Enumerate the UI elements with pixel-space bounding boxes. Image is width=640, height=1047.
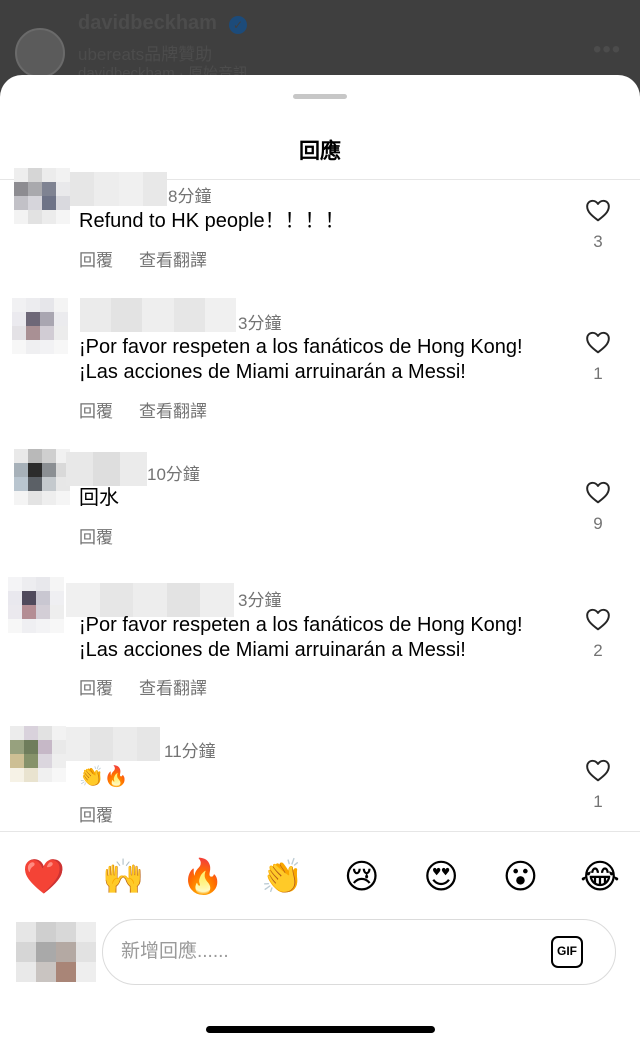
reply-button[interactable]: 回覆 (79, 674, 113, 699)
commenter-username-blurred[interactable] (66, 452, 147, 486)
composer-divider (0, 831, 640, 832)
like-control: 1 (583, 330, 613, 384)
reply-button[interactable]: 回覆 (79, 397, 113, 422)
raising-hands-emoji-button[interactable]: 🙌 (101, 855, 145, 899)
heart-icon[interactable] (583, 607, 613, 631)
heart-icon[interactable] (583, 330, 613, 354)
comment-text: 回水 (79, 487, 119, 509)
comment-text: Refund to HK people！！！！ (79, 210, 345, 232)
commenter-avatar[interactable] (14, 449, 70, 505)
heart-icon[interactable] (583, 480, 613, 504)
comment-actions: 回覆 查看翻譯 (79, 674, 207, 699)
like-count: 3 (593, 232, 603, 251)
like-count: 1 (593, 364, 603, 383)
verified-badge-icon: ✓ (229, 16, 247, 34)
comment-timestamp: 8分鐘 (168, 187, 212, 206)
see-translation-button[interactable]: 查看翻譯 (139, 397, 207, 422)
reply-button[interactable]: 回覆 (79, 246, 113, 271)
comments-sheet: 回應 8分鐘 Refund to HK people！！！！ 回覆 查看翻譯 3 (0, 75, 640, 1047)
commenter-avatar[interactable] (12, 298, 68, 354)
post-author-username: davidbeckham (78, 12, 217, 34)
commenter-avatar[interactable] (14, 168, 70, 224)
heart-icon[interactable] (583, 198, 613, 222)
reply-button[interactable]: 回覆 (79, 523, 113, 548)
commenter-username-blurred[interactable] (66, 583, 234, 617)
comment-timestamp: 10分鐘 (147, 465, 200, 484)
like-control: 9 (583, 480, 613, 534)
comment-actions: 回覆 (79, 523, 113, 548)
commenter-username-blurred[interactable] (80, 298, 237, 332)
emoji-reaction-bar: ❤️ 🙌 🔥 👏 😢 😍 😮 😂 (22, 855, 622, 899)
like-count: 1 (593, 792, 603, 811)
gif-button[interactable]: GIF (551, 936, 583, 968)
commenter-avatar[interactable] (8, 577, 64, 633)
comment-actions: 回覆 查看翻譯 (79, 397, 207, 422)
like-count: 2 (593, 641, 603, 660)
see-translation-button[interactable]: 查看翻譯 (139, 246, 207, 271)
clapping-hands-emoji-button[interactable]: 👏 (260, 855, 304, 899)
like-control: 3 (583, 198, 613, 252)
like-control: 2 (583, 607, 613, 661)
comment-timestamp: 3分鐘 (238, 314, 282, 333)
comment-timestamp: 3分鐘 (238, 591, 282, 610)
fire-emoji-button[interactable]: 🔥 (181, 855, 225, 899)
heart-eyes-emoji-button[interactable]: 😍 (419, 855, 463, 899)
commenter-avatar[interactable] (10, 726, 66, 782)
comment-text-line-1: ¡Por favor respeten a los fanáticos de H… (79, 614, 523, 636)
comment-actions: 回覆 (79, 801, 113, 826)
sheet-grabber[interactable] (293, 94, 347, 99)
comment-text-line-2: ¡Las acciones de Miami arruinarán a Mess… (79, 361, 466, 383)
like-count: 9 (593, 514, 603, 533)
commenter-username-blurred[interactable] (66, 727, 160, 761)
comment-timestamp: 11分鐘 (164, 742, 216, 761)
comment-text-line-2: ¡Las acciones de Miami arruinarán a Mess… (79, 639, 466, 661)
comment-actions: 回覆 查看翻譯 (79, 246, 207, 271)
crying-face-emoji-button[interactable]: 😢 (340, 855, 384, 899)
tears-of-joy-emoji-button[interactable]: 😂 (578, 855, 622, 899)
home-indicator (206, 1026, 435, 1033)
reply-button[interactable]: 回覆 (79, 801, 113, 826)
see-translation-button[interactable]: 查看翻譯 (139, 674, 207, 699)
comment-composer: GIF (102, 919, 616, 985)
commenter-username-blurred[interactable] (70, 172, 167, 206)
heart-icon[interactable] (583, 758, 613, 782)
current-user-avatar (16, 922, 96, 982)
more-options-icon: ••• (593, 36, 622, 63)
comment-text-line-1: ¡Por favor respeten a los fanáticos de H… (79, 336, 523, 358)
post-author-avatar (15, 28, 65, 78)
add-comment-input[interactable] (121, 920, 521, 984)
red-heart-emoji-button[interactable]: ❤️ (22, 855, 66, 899)
surprised-face-emoji-button[interactable]: 😮 (499, 855, 543, 899)
comment-text: 👏🔥 (79, 766, 129, 788)
sheet-title: 回應 (299, 140, 341, 163)
like-control: 1 (583, 758, 613, 812)
